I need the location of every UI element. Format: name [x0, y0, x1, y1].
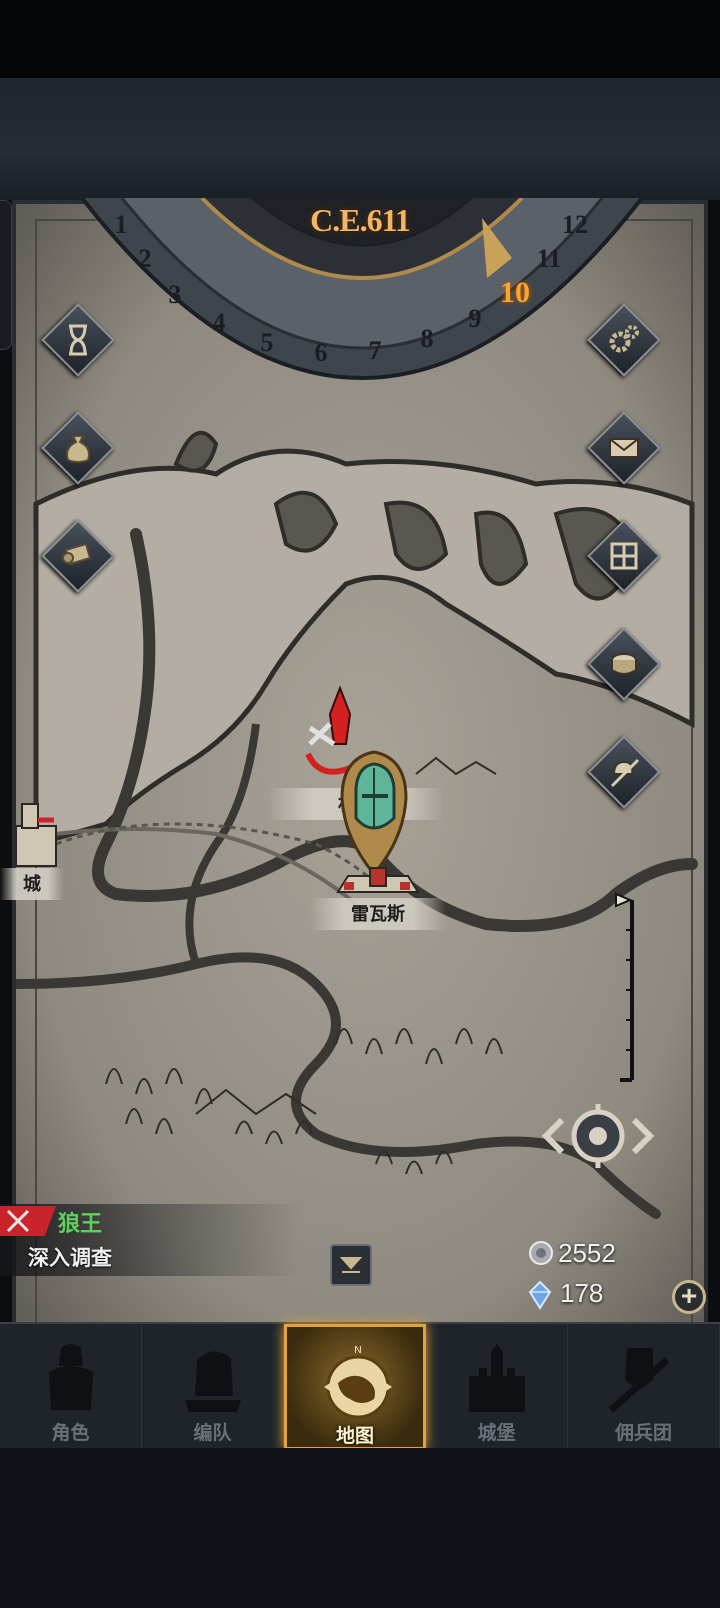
zoom-slider[interactable] — [608, 890, 648, 1090]
scroll-icon — [62, 542, 92, 566]
compass-n-text: N — [354, 1345, 361, 1356]
tab-castle[interactable]: 城堡 — [426, 1324, 568, 1450]
hourglass-icon — [69, 324, 87, 356]
tab-character[interactable]: 角色 — [0, 1324, 142, 1450]
month-7[interactable]: 7 — [360, 336, 390, 366]
knight-icon — [49, 1344, 93, 1410]
month-1[interactable]: 1 — [106, 210, 136, 240]
bottom-band — [0, 1448, 720, 1608]
location-label-city-partial[interactable]: 城 — [0, 868, 64, 900]
crossed-swords-icon — [6, 1209, 30, 1233]
month-4[interactable]: 4 — [204, 308, 234, 338]
silver-coin-icon — [529, 1241, 553, 1265]
weapon-helmet-icon — [610, 758, 640, 788]
tab-castle-label: 城堡 — [477, 1423, 516, 1444]
month-2[interactable]: 2 — [130, 244, 160, 274]
castle-icon — [469, 1344, 525, 1412]
month-9[interactable]: 9 — [460, 304, 490, 334]
month-5[interactable]: 5 — [252, 328, 282, 358]
silver-amount: 2552 — [558, 1238, 616, 1268]
equipment-button[interactable] — [586, 734, 662, 810]
grid-window-icon — [610, 542, 638, 570]
crystal-icon — [528, 1280, 552, 1310]
compass-map-icon: N — [324, 1345, 392, 1419]
mail-button[interactable] — [586, 410, 662, 486]
settings-button[interactable] — [586, 302, 662, 378]
location-label-revas[interactable]: 雷瓦斯 — [310, 898, 446, 930]
crystal-amount: 178 — [560, 1278, 604, 1308]
scroll-button[interactable] — [40, 518, 116, 594]
recenter-button[interactable] — [542, 1100, 654, 1172]
add-currency-button[interactable]: + — [672, 1280, 706, 1314]
collapse-button[interactable] — [330, 1244, 372, 1286]
chevron-down-icon — [339, 1257, 363, 1273]
drum-icon — [611, 653, 637, 675]
bottom-navigation: 角色 编队 N 地图 城堡 佣兵团 — [0, 1322, 720, 1450]
side-pull-tab[interactable] — [0, 200, 12, 350]
tab-formation-label: 编队 — [193, 1423, 232, 1444]
castle-marker-partial[interactable] — [12, 796, 60, 872]
month-6[interactable]: 6 — [306, 338, 336, 368]
tab-map[interactable]: N 地图 — [284, 1324, 426, 1450]
month-8[interactable]: 8 — [412, 324, 442, 354]
mail-icon — [609, 438, 639, 458]
quest-subtitle[interactable]: 深入调查 — [28, 1242, 112, 1272]
money-bag-icon — [66, 435, 90, 463]
pan-right-arrow-icon — [631, 1117, 654, 1155]
tab-map-label: 地图 — [335, 1426, 374, 1447]
hourglass-button[interactable] — [40, 302, 116, 378]
status-bar-area — [0, 0, 720, 78]
player-army-marker[interactable] — [336, 748, 412, 878]
town-revas-icon[interactable] — [334, 864, 422, 900]
tab-formation[interactable]: 编队 — [142, 1324, 284, 1450]
drum-button[interactable] — [586, 626, 662, 702]
header-band — [0, 78, 720, 200]
pan-left-arrow-icon — [542, 1117, 565, 1155]
window-grid-button[interactable] — [586, 518, 662, 594]
zoom-slider-handle — [615, 892, 633, 908]
quest-title[interactable]: 狼王 — [58, 1206, 102, 1238]
tab-character-label: 角色 — [51, 1423, 90, 1444]
month-12[interactable]: 12 — [560, 210, 590, 240]
month-11[interactable]: 11 — [534, 244, 564, 274]
tab-mercenary-label: 佣兵团 — [614, 1423, 672, 1444]
month-3[interactable]: 3 — [160, 280, 190, 310]
squad-helmet-icon — [185, 1351, 241, 1412]
money-bag-button[interactable] — [40, 410, 116, 486]
banner-sword-icon — [608, 1348, 670, 1413]
era-year-label: C.E.611 — [310, 202, 411, 238]
gear-icon — [609, 325, 639, 353]
month-10[interactable]: 10 — [500, 276, 530, 310]
tab-mercenary[interactable]: 佣兵团 — [568, 1324, 720, 1450]
